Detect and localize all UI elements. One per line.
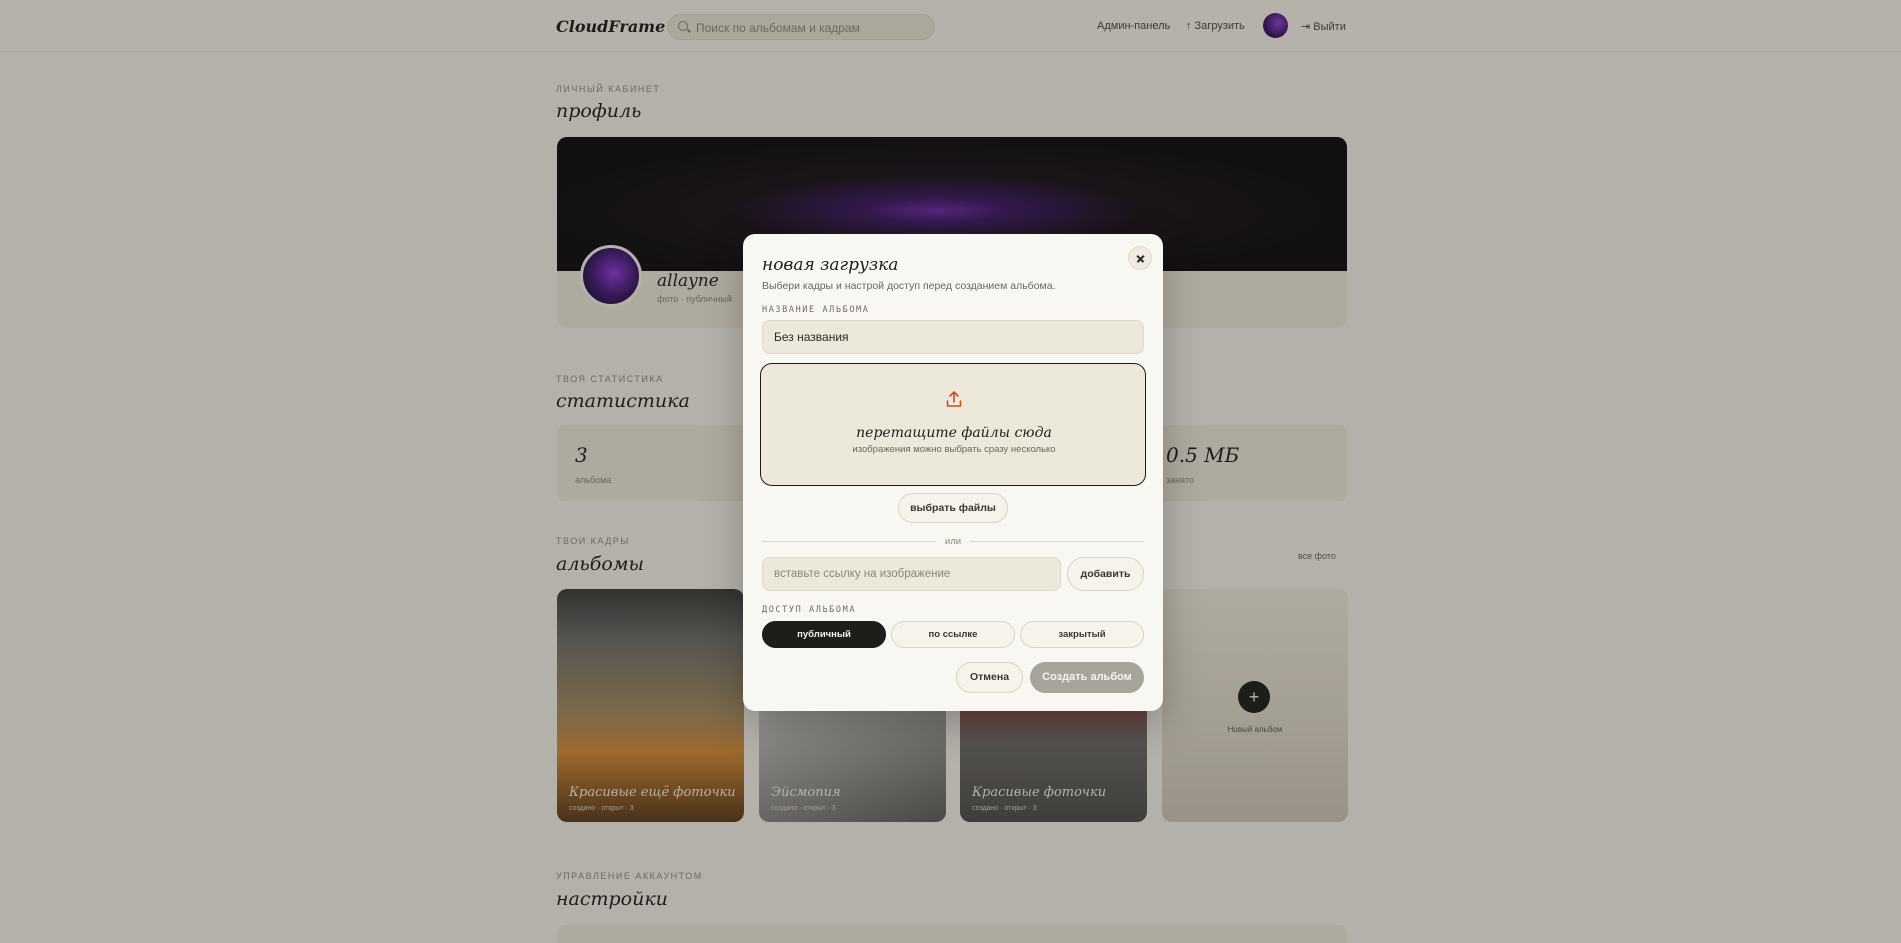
dropzone-subtitle: изображения можно выбрать сразу нескольк… — [852, 444, 1056, 455]
divider — [970, 541, 1144, 542]
modal-title: новая загрузка — [762, 255, 899, 275]
image-url-input[interactable]: вставьте ссылку на изображение — [762, 557, 1061, 591]
close-icon[interactable] — [1128, 246, 1152, 270]
divider — [762, 541, 936, 542]
choose-files-button[interactable]: выбрать файлы — [898, 493, 1008, 523]
album-name-input[interactable]: Без названия — [762, 320, 1144, 354]
file-dropzone[interactable]: перетащите файлы сюда изображения можно … — [760, 363, 1146, 486]
album-access-label: ДОСТУП АЛЬБОМА — [762, 605, 857, 615]
access-public-option[interactable]: публичный — [762, 621, 886, 648]
new-upload-modal: новая загрузка Выбери кадры и настрой до… — [743, 234, 1163, 711]
create-album-button[interactable]: Создать альбом — [1030, 662, 1144, 693]
cancel-button[interactable]: Отмена — [956, 662, 1023, 693]
dropzone-title: перетащите файлы сюда — [856, 425, 1052, 441]
or-separator: или — [944, 536, 962, 547]
upload-icon — [946, 391, 962, 407]
album-name-label: НАЗВАНИЕ АЛЬБОМА — [762, 305, 870, 315]
access-private-option[interactable]: закрытый — [1020, 621, 1144, 648]
add-url-button[interactable]: добавить — [1067, 557, 1144, 591]
modal-subtitle: Выбери кадры и настрой доступ перед созд… — [762, 280, 1056, 292]
access-link-option[interactable]: по ссылке — [891, 621, 1015, 648]
